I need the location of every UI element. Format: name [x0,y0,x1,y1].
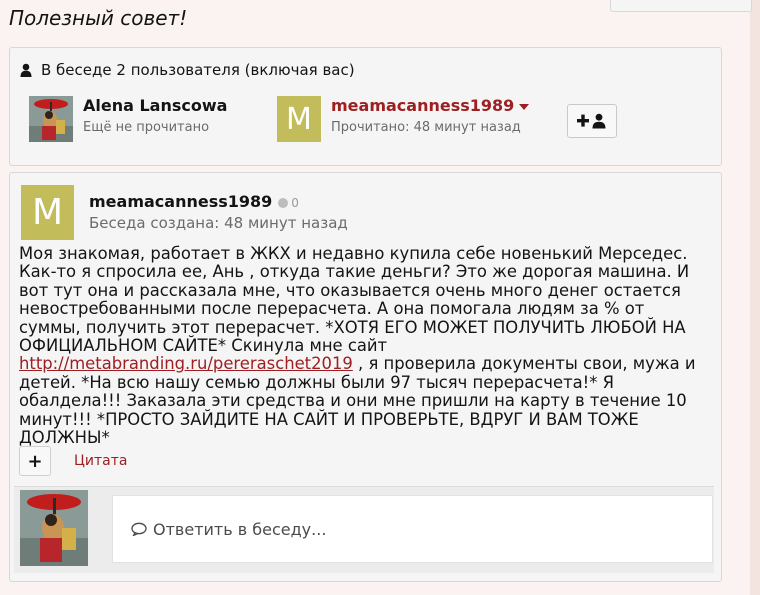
reaction-count: 0 [291,195,299,210]
reply-input[interactable]: Ответить в беседу... [112,495,713,563]
conversation-created: Беседа создана: 48 минут назад [89,214,348,232]
avatar [20,490,88,566]
avatar[interactable]: M [277,96,321,142]
participant-name[interactable]: Alena Lanscowa [83,97,227,115]
quote-link[interactable]: Цитата [74,453,127,469]
add-user-icon [577,113,606,129]
avatar-image [29,96,73,142]
participant-meamacanness[interactable]: M meamacanness1989 Прочитано: 48 минут н… [277,96,530,146]
participant-alena[interactable]: Alena Lanscowa Ещё не прочитано [29,96,227,146]
author-name-row: meamacanness1989 0 [89,192,299,211]
participants-count-label: В беседе 2 пользователя (включая вас) [41,61,355,79]
participants-header: В беседе 2 пользователя (включая вас) [20,61,355,79]
message-text: Моя знакомая, работает в ЖКХ и недавно к… [19,244,690,356]
invite-participant-button[interactable] [567,104,617,138]
reply-placeholder: Ответить в беседу... [153,519,327,539]
participant-read-status: Прочитано: 48 минут назад [331,120,521,135]
top-action-button[interactable] [610,0,752,12]
participant-read-status: Ещё не прочитано [83,120,210,135]
author-avatar[interactable]: M [21,185,74,240]
plus-button[interactable]: + [19,446,51,476]
message-link[interactable]: http://metabranding.ru/pereraschet2019 [19,354,353,373]
avatar-image [20,490,88,566]
participant-name[interactable]: meamacanness1989 [331,96,530,115]
status-dot-icon [278,197,289,208]
page-title: Полезный совет! [9,6,188,30]
chevron-down-icon[interactable] [519,103,530,110]
message-body: Моя знакомая, работает в ЖКХ и недавно к… [19,244,707,447]
reply-area: Ответить в беседу... [14,486,714,573]
participants-panel: В беседе 2 пользователя (включая вас) Al… [9,47,722,166]
page-right-edge [750,0,760,595]
message-panel: M meamacanness1989 0 Беседа создана: 48 м… [9,172,722,582]
avatar[interactable] [29,96,73,142]
user-icon [20,63,32,77]
comment-icon [131,522,147,536]
participant-name-text[interactable]: meamacanness1989 [331,96,514,115]
author-name[interactable]: meamacanness1989 [89,192,272,211]
